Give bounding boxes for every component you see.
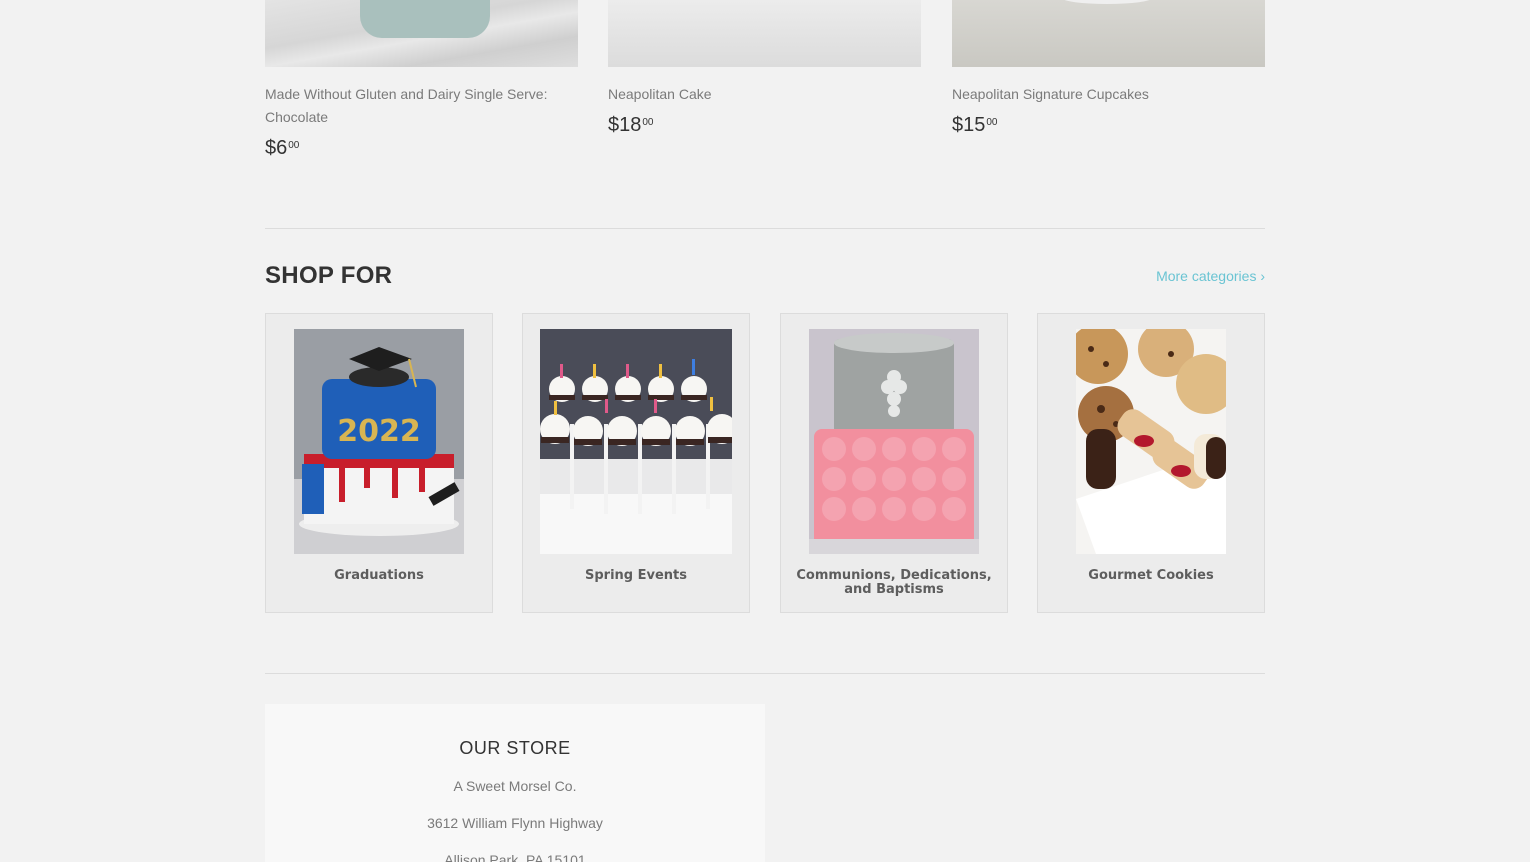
product-title[interactable]: Neapolitan Signature Cupcakes — [952, 83, 1265, 106]
category-label[interactable]: Spring Events — [531, 569, 741, 583]
product-title[interactable]: Made Without Gluten and Dairy Single Ser… — [265, 83, 578, 129]
product-price: $18 00 — [608, 114, 654, 136]
category-label[interactable]: Communions, Dedications, and Baptisms — [789, 569, 999, 597]
category-label[interactable]: Graduations — [274, 569, 484, 583]
store-name: A Sweet Morsel Co. — [453, 778, 577, 794]
cookies-image[interactable] — [1076, 329, 1226, 554]
page: Made Without Gluten and Dairy Single Ser… — [0, 0, 1530, 862]
our-store-panel: OUR STORE A Sweet Morsel Co. 3612 Willia… — [265, 704, 765, 862]
product-image[interactable] — [952, 0, 1265, 67]
store-heading: OUR STORE — [459, 738, 571, 758]
product-image[interactable] — [265, 0, 578, 67]
svg-text:2022: 2022 — [337, 414, 421, 449]
category-card-graduations[interactable]: 2022 Graduations — [265, 313, 493, 613]
product-card[interactable]: Neapolitan Cake $18 00 — [608, 0, 921, 137]
product-price: $15 00 — [952, 114, 998, 136]
category-card-gourmet-cookies[interactable]: Gourmet Cookies — [1037, 313, 1265, 613]
product-card[interactable]: Made Without Gluten and Dairy Single Ser… — [265, 0, 578, 160]
product-image[interactable] — [608, 0, 921, 67]
graduation-cake-image[interactable]: 2022 — [294, 329, 464, 554]
product-title[interactable]: Neapolitan Cake — [608, 83, 921, 106]
section-divider — [265, 228, 1265, 229]
product-price: $6 00 — [265, 137, 300, 159]
more-categories-link[interactable]: More categories › — [1156, 268, 1265, 284]
store-address: 3612 William Flynn Highway — [427, 815, 603, 831]
category-card-communions[interactable]: Communions, Dedications, and Baptisms — [780, 313, 1008, 613]
store-city: Allison Park, PA 15101 — [444, 852, 586, 862]
cake-pops-image[interactable] — [540, 329, 732, 554]
communion-cake-image[interactable] — [809, 329, 979, 554]
product-card[interactable]: Neapolitan Signature Cupcakes $15 00 — [952, 0, 1265, 137]
category-label[interactable]: Gourmet Cookies — [1046, 569, 1256, 583]
section-divider — [265, 673, 1265, 674]
shop-for-heading: SHOP FOR — [265, 262, 393, 289]
category-card-spring-events[interactable]: Spring Events — [522, 313, 750, 613]
